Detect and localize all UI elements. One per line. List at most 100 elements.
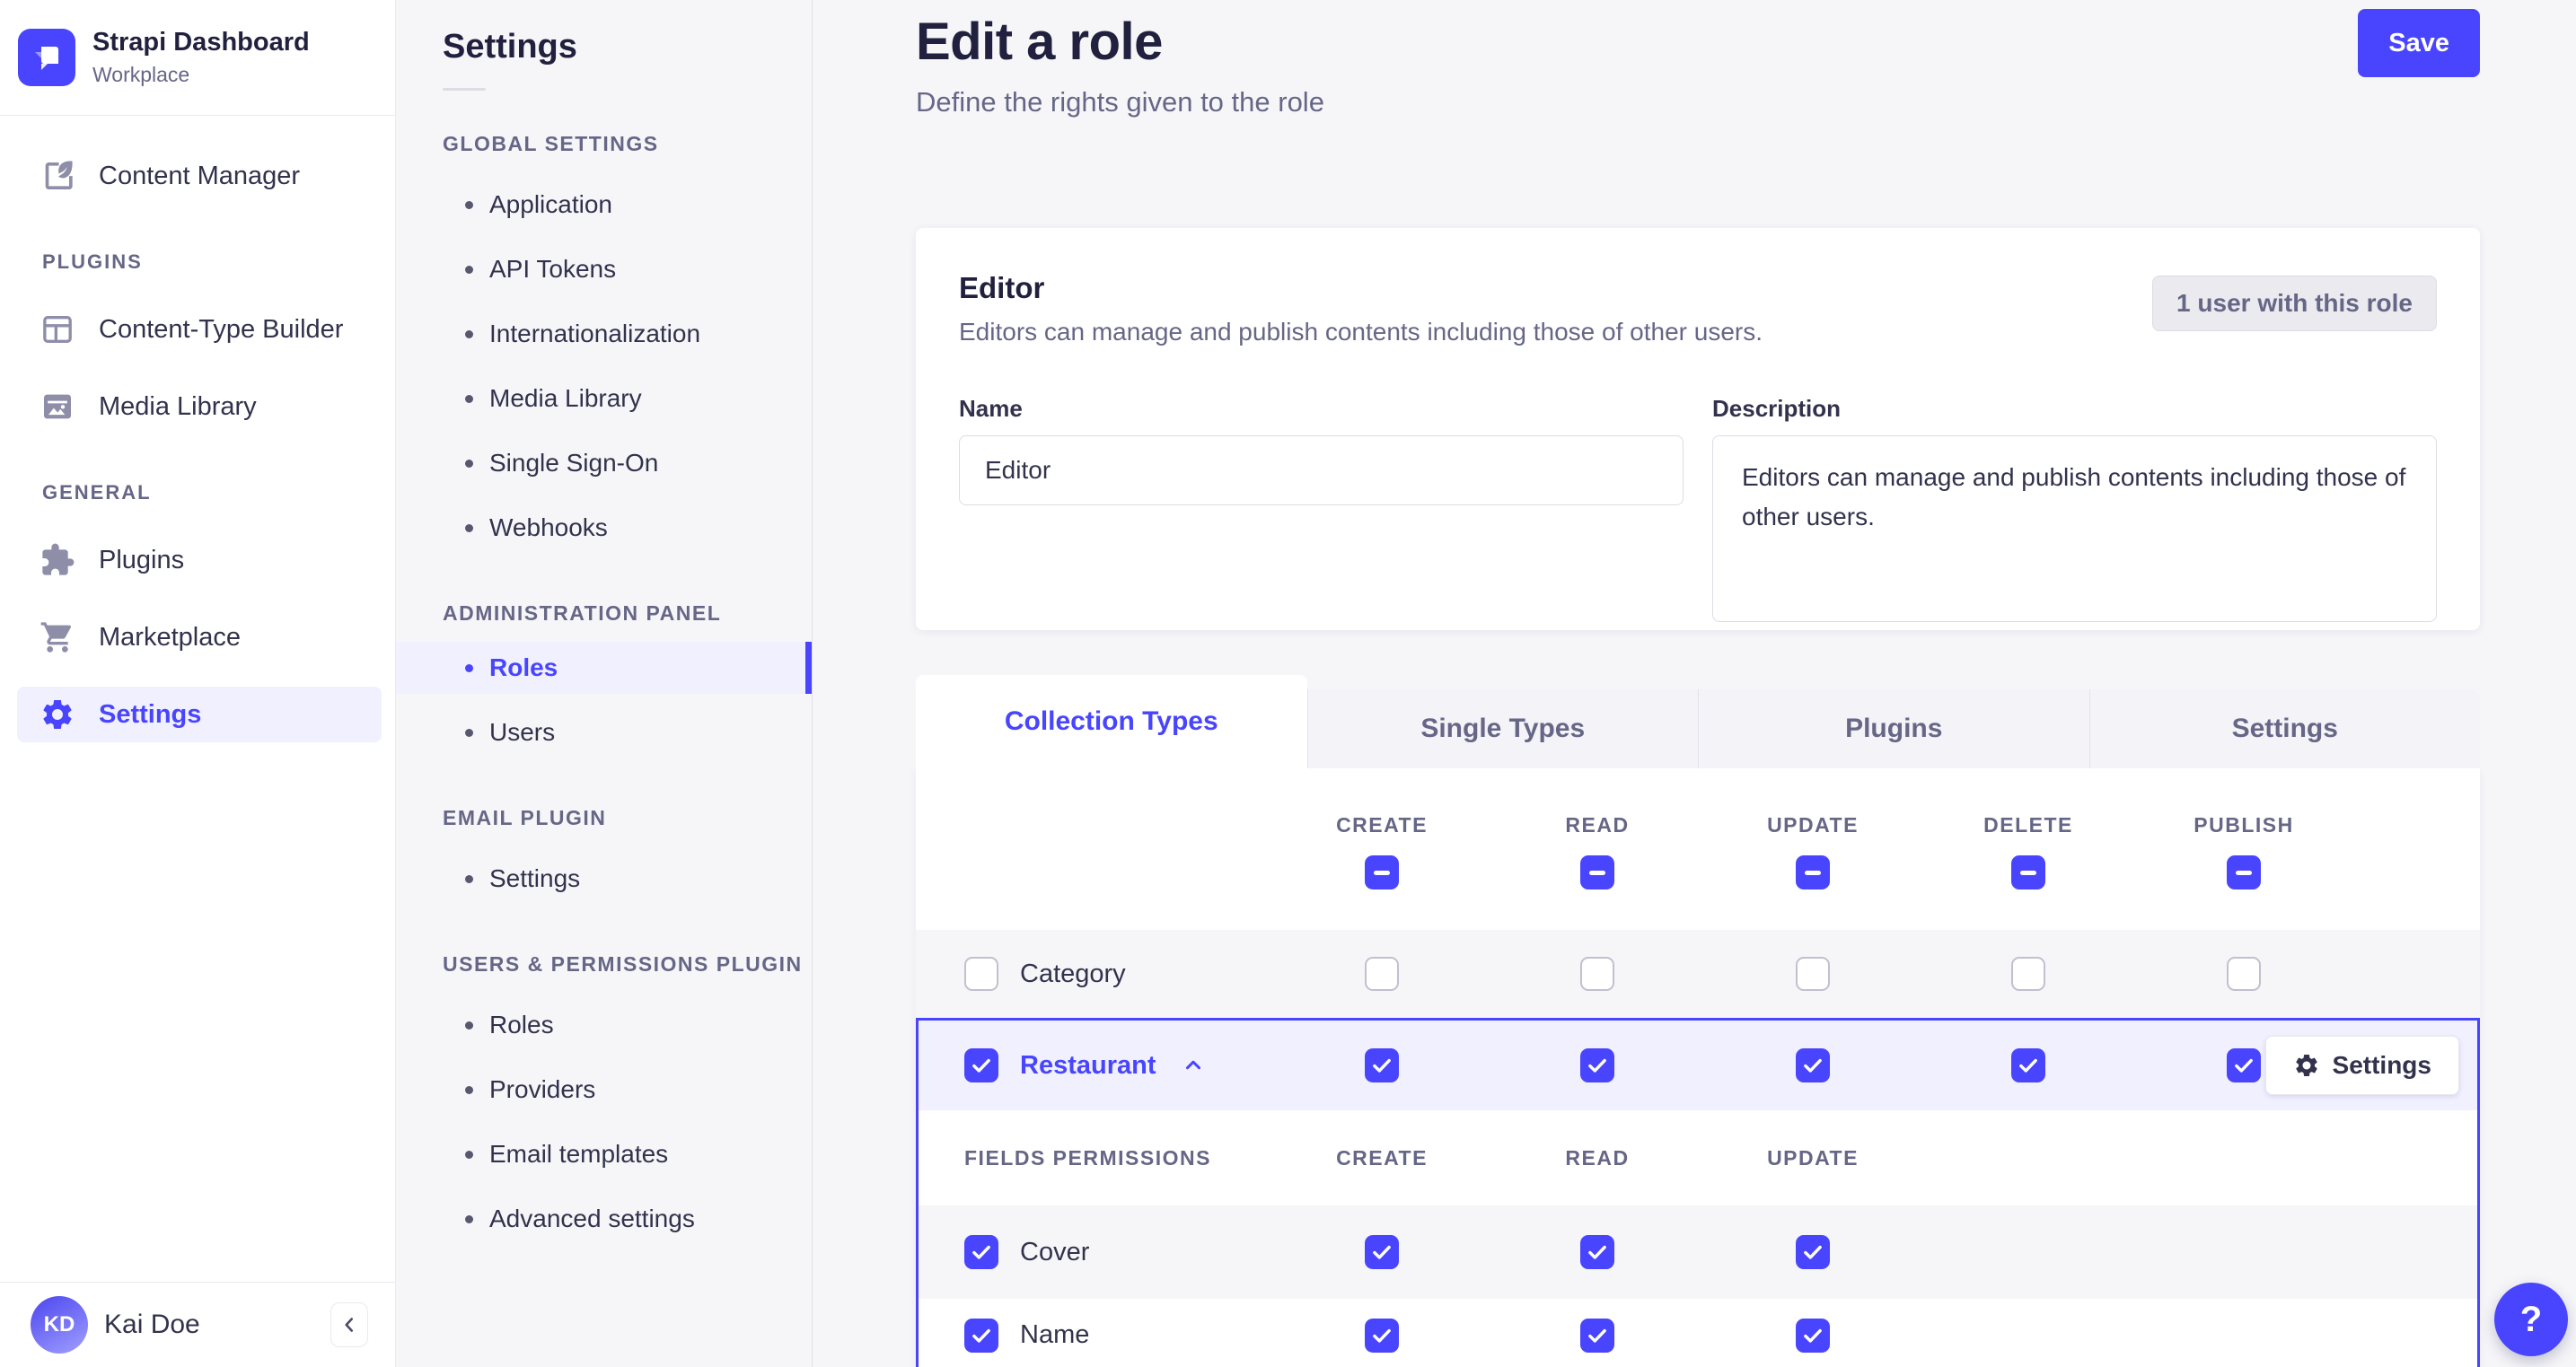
- strapi-logo-icon: [18, 29, 75, 86]
- cover-row-checkbox[interactable]: [964, 1235, 998, 1269]
- cart-icon: [40, 619, 75, 655]
- permissions-panel: CREATE READ UPDATE DELETE PUBLISH Catego…: [916, 768, 2480, 1367]
- subnav-item-up-roles[interactable]: Roles: [396, 993, 812, 1057]
- subnav-item-email-templates[interactable]: Email templates: [396, 1122, 812, 1187]
- description-textarea[interactable]: Editors can manage and publish contents …: [1712, 435, 2437, 622]
- restaurant-delete-checkbox[interactable]: [2011, 1048, 2045, 1082]
- sidebar-item-media-library[interactable]: Media Library: [0, 368, 395, 445]
- cover-read-checkbox[interactable]: [1580, 1235, 1614, 1269]
- table-row-restaurant: Restaurant Settings: [919, 1021, 2477, 1110]
- gear-icon: [40, 697, 75, 732]
- column-label: READ: [1565, 813, 1630, 837]
- bullet-icon: [465, 663, 473, 672]
- subnav-item-roles[interactable]: Roles: [396, 642, 812, 694]
- layout-icon: [40, 311, 75, 347]
- name-input[interactable]: [959, 435, 1684, 505]
- sidebar-item-settings[interactable]: Settings: [17, 687, 382, 742]
- subnav-item-providers[interactable]: Providers: [396, 1057, 812, 1122]
- restaurant-read-checkbox[interactable]: [1580, 1048, 1614, 1082]
- brand-subtitle: Workplace: [92, 63, 190, 86]
- subnav-section-email-plugin: EMAIL PLUGIN Settings: [396, 806, 812, 911]
- tab-settings[interactable]: Settings: [2088, 689, 2480, 768]
- subnav-section-title: EMAIL PLUGIN: [443, 806, 607, 829]
- sidebar-item-marketplace[interactable]: Marketplace: [0, 599, 395, 676]
- tab-single-types[interactable]: Single Types: [1306, 689, 1698, 768]
- row-label: Category: [1020, 959, 1126, 988]
- row-name-cell: Cover: [919, 1235, 1274, 1269]
- tab-collection-types[interactable]: Collection Types: [916, 675, 1307, 768]
- subnav-item-label: Settings: [489, 864, 581, 892]
- column-update-header: UPDATE: [1705, 813, 1921, 889]
- restaurant-settings-button[interactable]: Settings: [2264, 1036, 2459, 1095]
- sidebar-item-content-type-builder[interactable]: Content-Type Builder: [0, 291, 395, 368]
- subnav-item-webhooks[interactable]: Webhooks: [396, 495, 812, 560]
- cover-create-checkbox[interactable]: [1365, 1235, 1399, 1269]
- category-delete-checkbox[interactable]: [2011, 957, 2045, 991]
- category-publish-checkbox[interactable]: [2227, 957, 2261, 991]
- settings-subnav: Settings GLOBAL SETTINGS Application API…: [396, 0, 813, 1367]
- column-update-select-all-checkbox[interactable]: [1796, 855, 1830, 889]
- user-name: Kai Doe: [104, 1310, 200, 1339]
- subnav-item-single-sign-on[interactable]: Single Sign-On: [396, 431, 812, 495]
- users-with-role-button[interactable]: 1 user with this role: [2152, 276, 2437, 331]
- subnav-item-label: Application: [489, 190, 612, 218]
- sidebar-item-label: Media Library: [99, 391, 257, 421]
- fields-column-create: CREATE: [1336, 1145, 1428, 1170]
- subnav-item-label: Advanced settings: [489, 1205, 695, 1232]
- workspace-switcher[interactable]: Strapi Dashboard Workplace: [0, 0, 395, 116]
- subnav-section-global-settings: GLOBAL SETTINGS Application API Tokens I…: [396, 132, 812, 560]
- fields-column-read: READ: [1565, 1145, 1630, 1170]
- description-field-group: Description Editors can manage and publi…: [1712, 395, 2437, 627]
- category-read-checkbox[interactable]: [1580, 957, 1614, 991]
- help-button[interactable]: ?: [2494, 1283, 2568, 1356]
- sidebar-item-plugins[interactable]: Plugins: [0, 521, 395, 599]
- subnav-item-api-tokens[interactable]: API Tokens: [396, 237, 812, 302]
- avatar[interactable]: KD: [31, 1296, 88, 1354]
- indeterminate-icon: [1374, 870, 1390, 875]
- subnav-item-label: Single Sign-On: [489, 449, 659, 477]
- tab-plugins[interactable]: Plugins: [1698, 689, 2089, 768]
- name-read-checkbox[interactable]: [1580, 1318, 1614, 1353]
- bullet-icon: [465, 265, 473, 274]
- restaurant-publish-checkbox[interactable]: [2227, 1048, 2261, 1082]
- sidebar-item-label: Content-Type Builder: [99, 314, 344, 344]
- gear-icon: [2295, 1055, 2317, 1076]
- column-publish-select-all-checkbox[interactable]: [2227, 855, 2261, 889]
- name-update-checkbox[interactable]: [1796, 1318, 1830, 1353]
- cover-update-checkbox[interactable]: [1796, 1235, 1830, 1269]
- subnav-item-label: Email templates: [489, 1140, 669, 1168]
- collapse-sidebar-button[interactable]: [330, 1302, 368, 1347]
- subnav-item-application[interactable]: Application: [396, 172, 812, 237]
- restaurant-expanded-section: Restaurant Settings FIELDS PERMISSIONS C…: [916, 1018, 2480, 1367]
- column-read-select-all-checkbox[interactable]: [1580, 855, 1614, 889]
- save-button[interactable]: Save: [2358, 9, 2480, 77]
- subnav-item-email-settings[interactable]: Settings: [396, 846, 812, 911]
- subnav-item-advanced-settings[interactable]: Advanced settings: [396, 1187, 812, 1251]
- sidebar-nav: Content Manager PLUGINS Content-Type Bui…: [0, 116, 395, 1282]
- subnav-item-label: Internationalization: [489, 320, 701, 347]
- restaurant-create-checkbox[interactable]: [1365, 1048, 1399, 1082]
- column-delete-select-all-checkbox[interactable]: [2011, 855, 2045, 889]
- bullet-icon: [465, 1085, 473, 1094]
- sidebar-item-content-manager[interactable]: Content Manager: [0, 137, 395, 215]
- bullet-icon: [465, 874, 473, 883]
- column-create-select-all-checkbox[interactable]: [1365, 855, 1399, 889]
- sidebar-section-plugins: PLUGINS: [42, 250, 143, 273]
- page-subtitle: Define the rights given to the role: [916, 86, 1324, 118]
- category-create-checkbox[interactable]: [1365, 957, 1399, 991]
- brand-text: Strapi Dashboard Workplace: [92, 28, 310, 87]
- sidebar-item-label: Content Manager: [99, 161, 301, 190]
- restaurant-row-checkbox[interactable]: [964, 1048, 998, 1082]
- category-row-checkbox[interactable]: [964, 957, 998, 991]
- bullet-icon: [465, 394, 473, 403]
- indeterminate-icon: [1589, 870, 1605, 875]
- category-update-checkbox[interactable]: [1796, 957, 1830, 991]
- subnav-item-users[interactable]: Users: [396, 700, 812, 765]
- subnav-item-media-library[interactable]: Media Library: [396, 366, 812, 431]
- name-create-checkbox[interactable]: [1365, 1318, 1399, 1353]
- column-label: UPDATE: [1767, 813, 1859, 837]
- chevron-up-icon[interactable]: [1182, 1054, 1205, 1077]
- restaurant-update-checkbox[interactable]: [1796, 1048, 1830, 1082]
- name-row-checkbox[interactable]: [964, 1318, 998, 1353]
- subnav-item-internationalization[interactable]: Internationalization: [396, 302, 812, 366]
